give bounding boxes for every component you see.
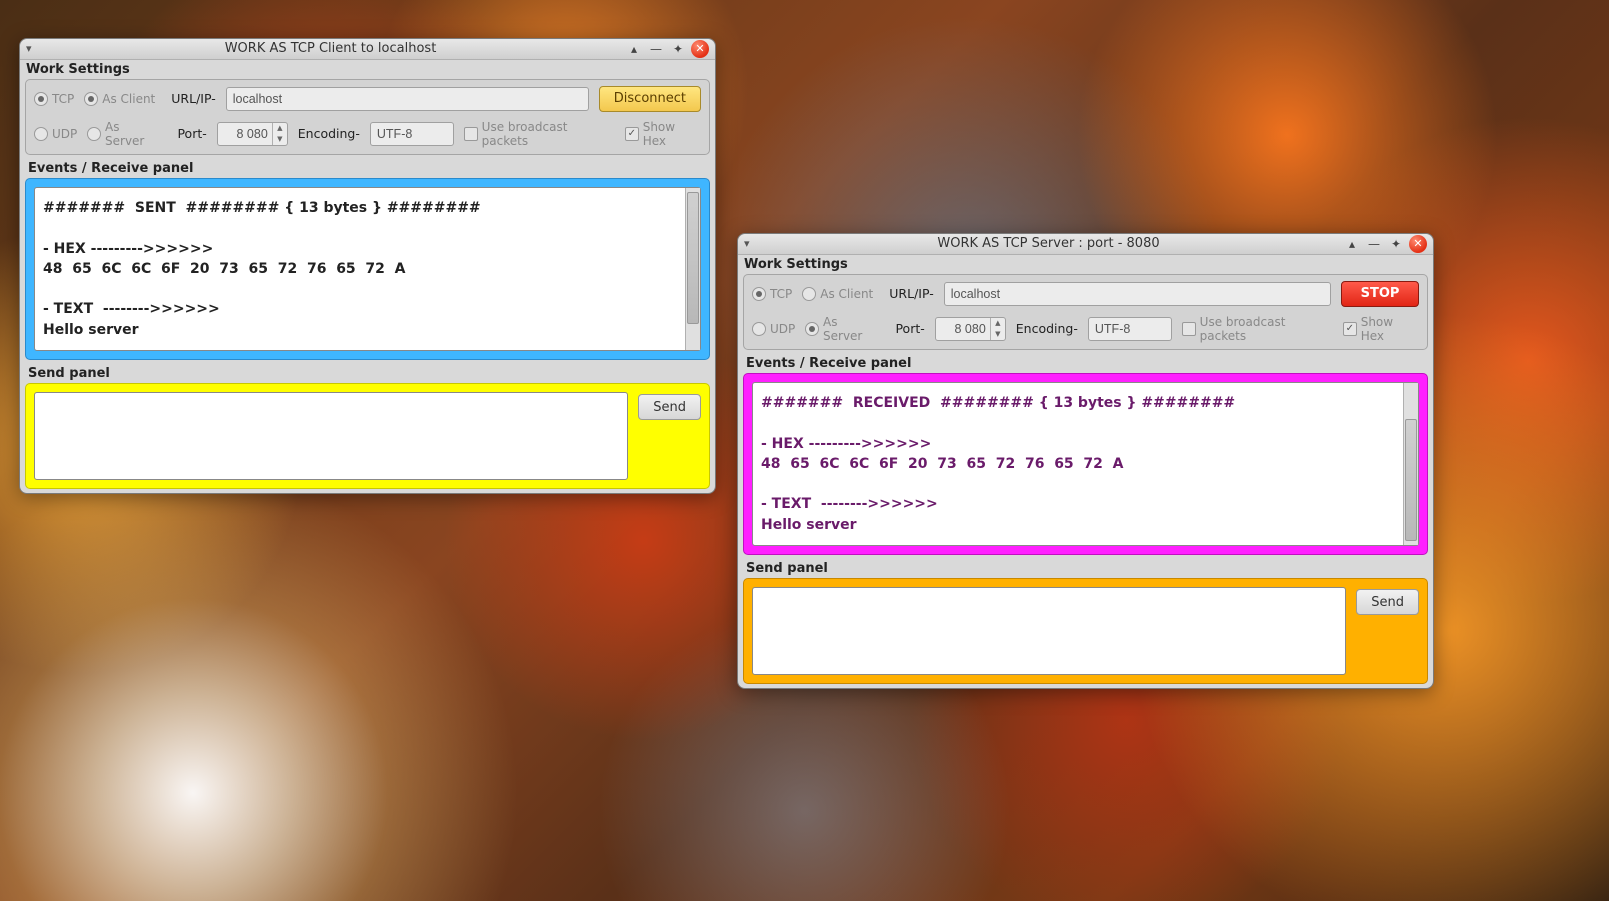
radio-udp[interactable]: UDP — [752, 322, 795, 336]
radio-tcp-label: TCP — [52, 92, 74, 106]
window-menu-icon[interactable]: ▾ — [26, 42, 40, 55]
titlebar[interactable]: ▾ WORK AS TCP Server : port - 8080 ▴ — ✦… — [738, 234, 1433, 255]
disconnect-button[interactable]: Disconnect — [599, 86, 701, 112]
work-settings-panel: TCP As Client URL/IP- STOP UDP As Server… — [743, 274, 1428, 350]
close-icon[interactable]: ✕ — [691, 40, 709, 58]
receive-scrollbar[interactable] — [1403, 383, 1418, 545]
encoding-label: Encoding- — [298, 126, 360, 141]
send-panel: Send — [743, 578, 1428, 684]
port-input[interactable] — [936, 318, 990, 340]
receive-scrollbar[interactable] — [685, 188, 700, 350]
send-panel-label: Send panel — [28, 364, 116, 383]
show-hex-label: Show Hex — [1361, 315, 1419, 343]
receive-panel-label: Events / Receive panel — [746, 354, 917, 373]
roll-up-icon[interactable]: ▴ — [1343, 235, 1361, 253]
show-hex-checkbox[interactable]: ✓Show Hex — [625, 120, 701, 148]
stop-button[interactable]: STOP — [1341, 281, 1419, 307]
radio-as-client[interactable]: As Client — [84, 92, 155, 106]
chevron-up-icon[interactable]: ▲ — [991, 318, 1005, 329]
radio-udp[interactable]: UDP — [34, 127, 77, 141]
minimize-icon[interactable]: — — [1365, 235, 1383, 253]
show-hex-label: Show Hex — [643, 120, 701, 148]
radio-tcp[interactable]: TCP — [752, 287, 792, 301]
port-label: Port- — [177, 126, 206, 141]
encoding-label: Encoding- — [1016, 321, 1078, 336]
url-ip-input[interactable] — [944, 282, 1331, 306]
radio-as-server-label: As Server — [823, 315, 879, 343]
broadcast-checkbox[interactable]: Use broadcast packets — [464, 120, 615, 148]
port-stepper[interactable]: ▲▼ — [217, 122, 288, 146]
encoding-input[interactable] — [1088, 317, 1172, 341]
client-window: ▾ WORK AS TCP Client to localhost ▴ — ✦ … — [19, 38, 716, 494]
send-button[interactable]: Send — [1356, 589, 1419, 615]
receive-panel-label: Events / Receive panel — [28, 159, 199, 178]
window-menu-icon[interactable]: ▾ — [744, 237, 758, 250]
send-input[interactable] — [34, 392, 628, 480]
broadcast-label: Use broadcast packets — [482, 120, 615, 148]
receive-panel: ####### SENT ######## { 13 bytes } #####… — [25, 178, 710, 360]
port-label: Port- — [895, 321, 924, 336]
url-ip-label: URL/IP- — [171, 91, 215, 106]
url-ip-input[interactable] — [226, 87, 589, 111]
url-ip-label: URL/IP- — [889, 286, 933, 301]
send-input[interactable] — [752, 587, 1346, 675]
port-stepper[interactable]: ▲▼ — [935, 317, 1006, 341]
maximize-icon[interactable]: ✦ — [669, 40, 687, 58]
server-window: ▾ WORK AS TCP Server : port - 8080 ▴ — ✦… — [737, 233, 1434, 689]
roll-up-icon[interactable]: ▴ — [625, 40, 643, 58]
receive-panel: ####### RECEIVED ######## { 13 bytes } #… — [743, 373, 1428, 555]
radio-tcp[interactable]: TCP — [34, 92, 74, 106]
send-panel-label: Send panel — [746, 559, 834, 578]
work-settings-label: Work Settings — [20, 60, 715, 79]
encoding-input[interactable] — [370, 122, 454, 146]
window-title: WORK AS TCP Server : port - 8080 — [758, 236, 1339, 251]
show-hex-checkbox[interactable]: ✓Show Hex — [1343, 315, 1419, 343]
receive-log[interactable]: ####### SENT ######## { 13 bytes } #####… — [35, 188, 685, 350]
radio-as-client[interactable]: As Client — [802, 287, 873, 301]
radio-as-server[interactable]: As Server — [805, 315, 879, 343]
radio-udp-label: UDP — [52, 127, 77, 141]
radio-as-client-label: As Client — [102, 92, 155, 106]
send-button[interactable]: Send — [638, 394, 701, 420]
broadcast-checkbox[interactable]: Use broadcast packets — [1182, 315, 1333, 343]
window-title: WORK AS TCP Client to localhost — [40, 41, 621, 56]
radio-tcp-label: TCP — [770, 287, 792, 301]
port-input[interactable] — [218, 123, 272, 145]
radio-as-server[interactable]: As Server — [87, 120, 161, 148]
send-panel: Send — [25, 383, 710, 489]
chevron-down-icon[interactable]: ▼ — [991, 329, 1005, 340]
broadcast-label: Use broadcast packets — [1200, 315, 1333, 343]
close-icon[interactable]: ✕ — [1409, 235, 1427, 253]
work-settings-label: Work Settings — [738, 255, 1433, 274]
maximize-icon[interactable]: ✦ — [1387, 235, 1405, 253]
radio-as-client-label: As Client — [820, 287, 873, 301]
chevron-up-icon[interactable]: ▲ — [273, 123, 287, 134]
radio-as-server-label: As Server — [105, 120, 161, 148]
chevron-down-icon[interactable]: ▼ — [273, 134, 287, 145]
receive-log[interactable]: ####### RECEIVED ######## { 13 bytes } #… — [753, 383, 1403, 545]
titlebar[interactable]: ▾ WORK AS TCP Client to localhost ▴ — ✦ … — [20, 39, 715, 60]
work-settings-panel: TCP As Client URL/IP- Disconnect UDP As … — [25, 79, 710, 155]
radio-udp-label: UDP — [770, 322, 795, 336]
minimize-icon[interactable]: — — [647, 40, 665, 58]
